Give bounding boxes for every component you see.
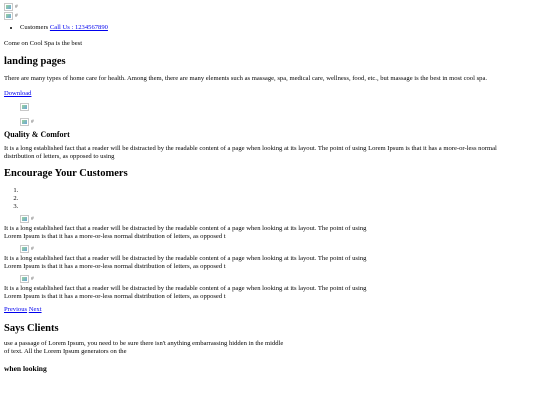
page: # # Customers Call Us : 1234567890 Come … [0,0,540,376]
nav-list: Customers Call Us : 1234567890 [4,24,536,32]
hero-tagline: Come on Cool Spa is the best [4,40,83,47]
hero-title: landing pages [4,56,66,67]
logo-row: # [4,3,536,12]
card-image-wrap: # [20,215,536,223]
carousel-indicator[interactable] [20,203,536,211]
clients-subtitle: when looking [4,364,47,373]
carousel-card: # It is a long established fact that a r… [4,245,536,271]
nav-customers-label: Customers [20,24,49,31]
clients-title: Says Clients [4,323,59,334]
hero-intro: There are many types of home care for he… [4,75,488,82]
logo-image[interactable]: # [4,3,18,11]
clients-text: use a passage of Lorem Ipsum, you need t… [4,340,284,355]
call-us-link[interactable]: Call Us : 1234567890 [50,24,108,31]
card-image: # [20,275,34,283]
card-text: It is a long established fact that a rea… [4,255,367,270]
card-image: # [20,215,34,223]
encourage-title: Encourage Your Customers [4,168,128,179]
banner-image: # [4,12,18,20]
quality-image-1 [20,103,29,111]
quality-text: It is a long established fact that a rea… [4,145,497,160]
carousel-indicator[interactable] [20,195,536,203]
carousel-indicator[interactable] [20,187,536,195]
carousel-indicators [4,187,536,211]
card-image-wrap: # [20,275,536,283]
nav-item: Customers Call Us : 1234567890 [20,24,536,32]
banner-row: # [4,12,536,21]
quality-image-2: # [20,118,34,126]
card-image: # [20,245,34,253]
quality-title: Quality & Comfort [4,130,70,139]
previous-link[interactable]: Previous [4,306,27,313]
carousel-card: # It is a long established fact that a r… [4,275,536,301]
carousel-card: # It is a long established fact that a r… [4,215,536,241]
card-text: It is a long established fact that a rea… [4,225,367,240]
quality-image-1-wrap [20,103,536,111]
next-link[interactable]: Next [29,306,42,313]
card-text: It is a long established fact that a rea… [4,285,367,300]
download-link[interactable]: Download [4,90,536,98]
card-image-wrap: # [20,245,536,253]
carousel-pager: Previous Next [4,306,536,314]
quality-image-2-wrap: # [20,118,536,126]
